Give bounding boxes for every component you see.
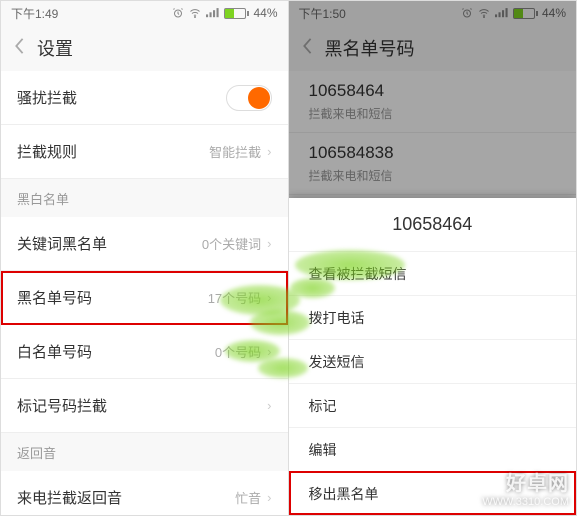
row-label: 白名单号码: [17, 341, 92, 362]
row-label: 标记号码拦截: [17, 395, 107, 416]
list-item-number: 10658464: [309, 81, 557, 101]
page-title: 设置: [37, 35, 73, 61]
status-icons: 44%: [461, 6, 566, 20]
battery-icon: [224, 8, 249, 19]
row-marked-number-block[interactable]: 标记号码拦截 ›: [1, 379, 288, 433]
toggle-switch[interactable]: [226, 85, 272, 111]
battery-percent: 44%: [253, 6, 277, 20]
chevron-right-icon: ›: [267, 398, 271, 413]
page-header: 设置: [1, 25, 288, 71]
row-value: 0个关键词 ›: [202, 234, 272, 253]
list-item-desc: 拦截来电和短信: [309, 167, 557, 184]
row-label: 来电拦截返回音: [17, 487, 122, 508]
page-title: 黑名单号码: [325, 35, 415, 61]
status-bar: 下午1:49 44%: [1, 1, 288, 25]
alarm-icon: [172, 7, 184, 19]
list-item[interactable]: 10658464 拦截来电和短信: [289, 71, 577, 133]
page-header: 黑名单号码: [289, 25, 577, 71]
row-value: 智能拦截 ›: [209, 142, 271, 161]
sheet-call[interactable]: 拨打电话: [289, 295, 577, 339]
chevron-right-icon: ›: [267, 236, 271, 251]
sheet-edit[interactable]: 编辑: [289, 427, 577, 471]
wifi-icon: [188, 7, 202, 19]
smudge-annotation: [290, 278, 335, 298]
smudge-annotation: [295, 250, 405, 280]
alarm-icon: [461, 7, 473, 19]
row-label: 骚扰拦截: [17, 87, 77, 108]
battery-percent: 44%: [542, 6, 566, 20]
status-time: 下午1:50: [299, 5, 346, 22]
section-header-bwlist: 黑白名单: [1, 179, 288, 217]
status-bar: 下午1:50 44%: [289, 1, 577, 25]
signal-icon: [206, 7, 220, 19]
back-icon[interactable]: [301, 37, 313, 60]
sheet-title: 10658464: [289, 198, 577, 251]
row-keyword-blacklist[interactable]: 关键词黑名单 0个关键词 ›: [1, 217, 288, 271]
list-item[interactable]: 106584838 拦截来电和短信: [289, 133, 577, 195]
list-item-desc: 拦截来电和短信: [309, 105, 557, 122]
back-icon[interactable]: [13, 37, 25, 60]
chevron-right-icon: ›: [267, 144, 271, 159]
list-item-number: 106584838: [309, 143, 557, 163]
row-label: 黑名单号码: [17, 287, 92, 308]
smudge-annotation: [250, 310, 310, 335]
sheet-send-sms[interactable]: 发送短信: [289, 339, 577, 383]
toggle-knob: [248, 87, 270, 109]
row-label: 关键词黑名单: [17, 233, 107, 254]
smudge-annotation: [258, 358, 308, 378]
status-icons: 44%: [172, 6, 277, 20]
row-value: ›: [267, 398, 271, 413]
signal-icon: [495, 7, 509, 19]
action-sheet: 10658464 查看被拦截短信 拨打电话 发送短信 标记 编辑 移出黑名单: [289, 198, 577, 515]
battery-icon: [513, 8, 538, 19]
sheet-remove-from-blacklist[interactable]: 移出黑名单: [289, 471, 577, 515]
section-header-returntone: 返回音: [1, 433, 288, 471]
chevron-right-icon: ›: [267, 490, 271, 505]
row-incoming-return-tone[interactable]: 来电拦截返回音 忙音 ›: [1, 471, 288, 515]
row-label: 拦截规则: [17, 141, 77, 162]
wifi-icon: [477, 7, 491, 19]
status-time: 下午1:49: [11, 5, 58, 22]
row-block-rules[interactable]: 拦截规则 智能拦截 ›: [1, 125, 288, 179]
row-harassment-block[interactable]: 骚扰拦截: [1, 71, 288, 125]
sheet-mark[interactable]: 标记: [289, 383, 577, 427]
row-value: 忙音 ›: [235, 488, 271, 507]
left-phone-screen: 下午1:49 44% 设置 骚扰拦截 拦截规则 智能拦截 › 黑白名单 关键词黑…: [1, 1, 289, 515]
